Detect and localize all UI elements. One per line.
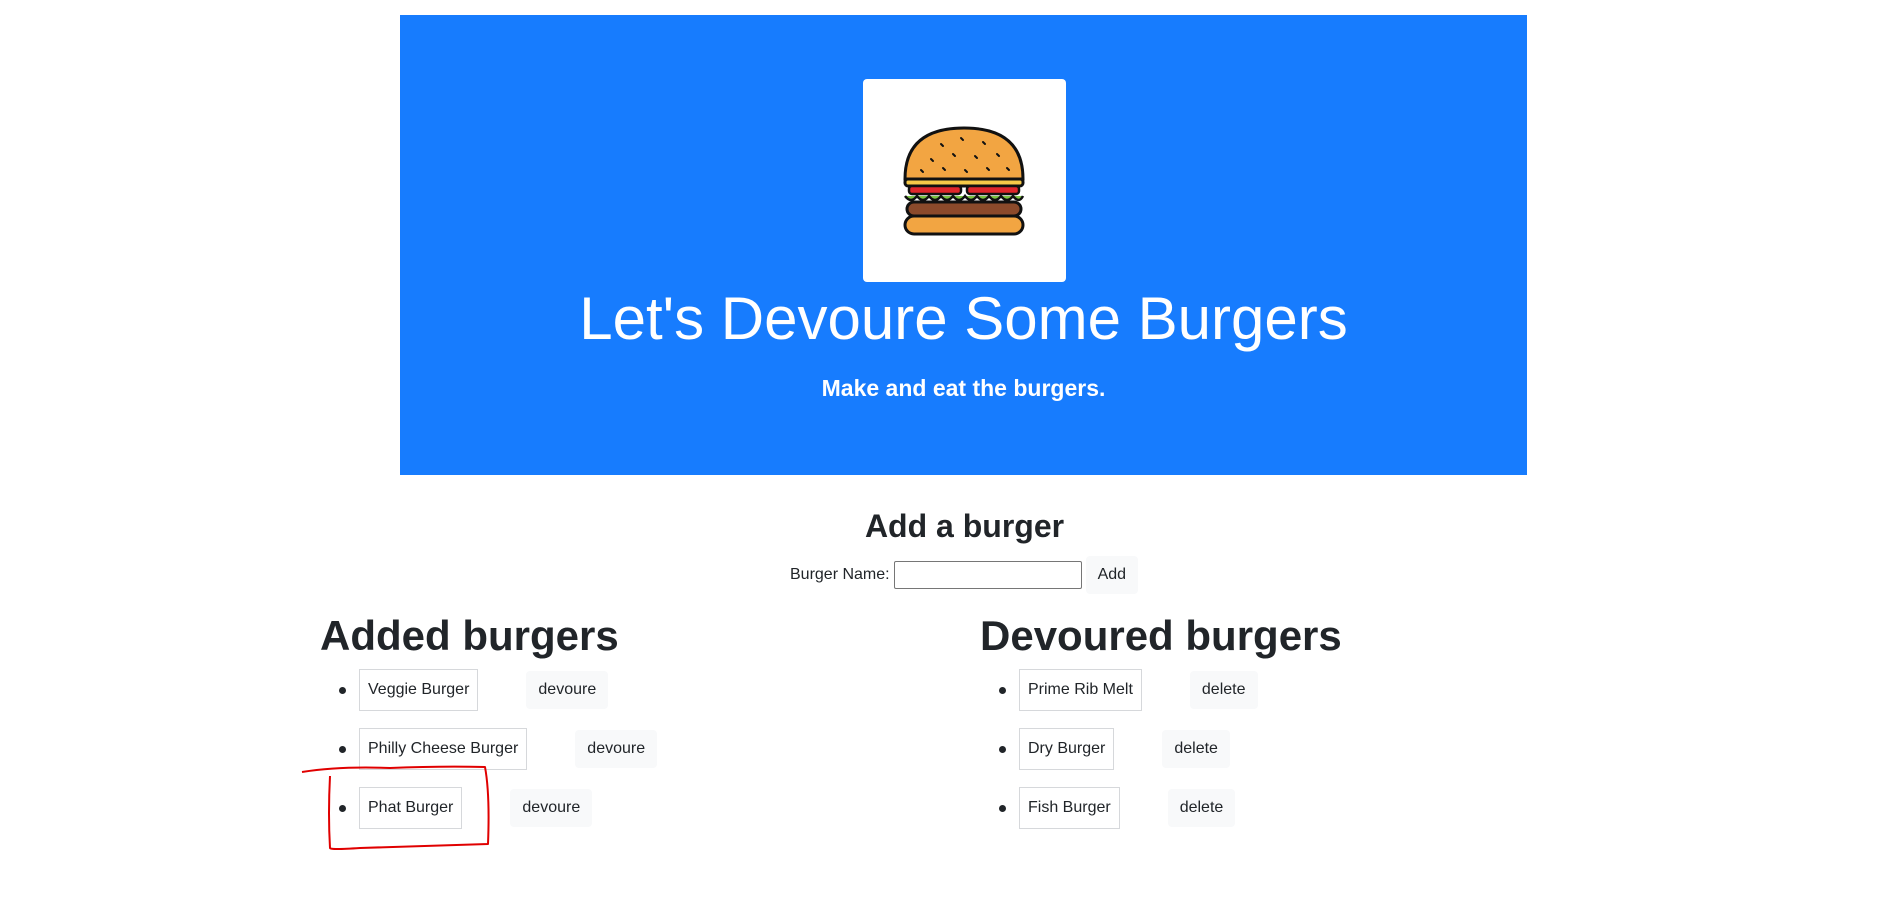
- hero-subtitle: Make and eat the burgers.: [821, 375, 1106, 401]
- logo-box: [863, 79, 1066, 282]
- list-item: Prime Rib Melt delete: [999, 668, 1258, 712]
- hero-banner: Let's Devoure Some Burgers Make and eat …: [400, 15, 1527, 475]
- list-item: Phat Burger devoure: [339, 786, 593, 830]
- list-item: Dry Burger delete: [999, 727, 1230, 771]
- burger-name: Phat Burger: [359, 787, 463, 829]
- hamburger-icon: [903, 126, 1025, 236]
- bullet-icon: [999, 745, 1006, 753]
- burger-name: Veggie Burger: [359, 669, 479, 711]
- burger-name: Dry Burger: [1019, 728, 1115, 770]
- devoure-button[interactable]: devoure: [526, 671, 609, 709]
- devoure-button[interactable]: devoure: [510, 789, 593, 827]
- burger-name-input[interactable]: [893, 561, 1082, 589]
- list-item: Fish Burger delete: [999, 786, 1236, 830]
- burger-name: Prime Rib Melt: [1019, 669, 1142, 711]
- burger-name: Philly Cheese Burger: [359, 728, 528, 770]
- delete-button[interactable]: delete: [1167, 789, 1236, 827]
- list-item: Veggie Burger devoure: [339, 668, 609, 712]
- added-burgers-title: Added burgers: [320, 612, 619, 659]
- bullet-icon: [999, 804, 1006, 812]
- add-burger-form: Burger Name: Add: [790, 556, 1139, 594]
- bullet-icon: [339, 745, 346, 753]
- bullet-icon: [339, 686, 346, 694]
- delete-button[interactable]: delete: [1189, 671, 1258, 709]
- add-burger-heading: Add a burger: [864, 508, 1065, 544]
- devoured-burgers-title: Devoured burgers: [980, 612, 1342, 659]
- delete-button[interactable]: delete: [1162, 730, 1230, 768]
- burger-name: Fish Burger: [1019, 787, 1120, 829]
- burger-name-label: Burger Name:: [790, 566, 890, 583]
- add-button[interactable]: Add: [1085, 556, 1139, 594]
- hero-title: Let's Devoure Some Burgers: [579, 285, 1348, 352]
- list-item: Philly Cheese Burger devoure: [339, 727, 658, 771]
- devoure-button[interactable]: devoure: [575, 730, 658, 768]
- bullet-icon: [339, 804, 346, 812]
- bullet-icon: [999, 686, 1006, 694]
